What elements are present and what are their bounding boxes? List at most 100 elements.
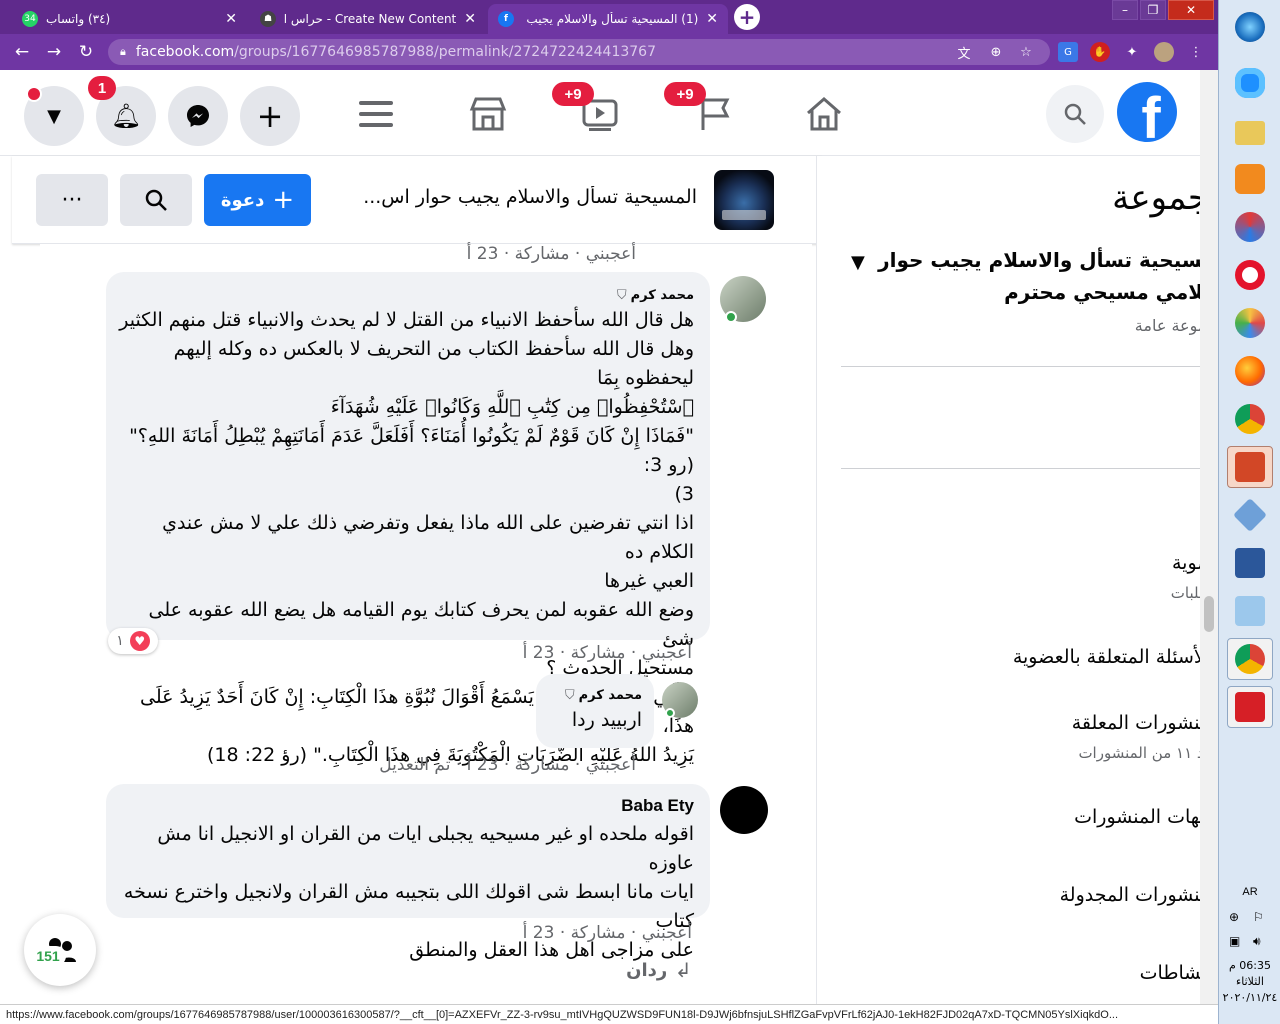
tab-title: (٣٤) واتساب — [46, 12, 111, 26]
app-x-icon[interactable] — [1227, 590, 1273, 632]
scrollbar-thumb[interactable] — [1204, 596, 1214, 632]
menu-item-scheduled-posts[interactable]: المنشورات المجدولة — [1060, 884, 1200, 906]
marketplace-tab[interactable] — [464, 90, 512, 138]
group-title-line2[interactable]: إسلامي مسيحي محترم — [1004, 280, 1200, 304]
adblock-extension-icon[interactable]: ✋ — [1090, 42, 1110, 62]
start-orb-icon[interactable] — [1227, 6, 1273, 48]
forward-arrow-icon[interactable]: → — [42, 40, 66, 64]
comment-author[interactable]: محمد كرم — [579, 688, 642, 703]
address-bar[interactable]: 🔒︎ facebook.com/groups/1677646985787988/… — [108, 39, 1050, 65]
create-button[interactable]: + — [240, 86, 300, 146]
comment-bubble: Baba Ety اقوله ملحده او غير مسيحيه يجبلى… — [106, 784, 710, 961]
browser-menu-icon[interactable]: ⋮ — [1186, 42, 1206, 62]
close-tab-icon[interactable]: ✕ — [225, 11, 237, 27]
internet-explorer-icon[interactable] — [1227, 62, 1273, 104]
verified-shield-icon: ⛉ — [616, 287, 627, 303]
group-name[interactable]: المسيحية تسأل والاسلام يجيب حوار اس... — [342, 186, 697, 208]
previous-comment-meta[interactable]: أعجبني · مشاركة · 23 أ — [467, 244, 636, 264]
menu-item-post-alerts[interactable]: تنبيهات المنشورات — [1074, 806, 1200, 828]
opera-icon[interactable] — [1227, 254, 1273, 296]
menu-item-membership[interactable]: العضوية — [1172, 552, 1200, 574]
restore-window-icon[interactable]: ❐ — [1140, 0, 1166, 20]
pages-badge: +9 — [664, 82, 706, 106]
tray-volume-icon[interactable]: 🔊︎ — [1253, 934, 1261, 949]
tray-network-icon[interactable]: ⊕ — [1229, 910, 1239, 924]
close-window-icon[interactable]: ✕ — [1168, 0, 1214, 20]
invite-button[interactable]: دعوة + — [204, 174, 311, 226]
close-tab-icon[interactable]: ✕ — [706, 11, 718, 27]
home-icon — [807, 97, 841, 131]
comment-text: اقوله ملحده او غير مسيحيه يجبلى ايات من … — [123, 823, 694, 961]
bookmark-star-icon[interactable]: ☆ — [1016, 42, 1036, 62]
caret-down-icon[interactable]: ▼ — [851, 252, 865, 273]
paint-icon[interactable] — [1227, 302, 1273, 344]
menu-item-activities[interactable]: النشاطات — [1140, 962, 1200, 984]
comment-bubble: محمد كرم ⛉ اربييد ردا — [536, 674, 654, 748]
virtualbox-icon[interactable] — [1227, 494, 1273, 536]
profile-avatar-icon[interactable] — [1154, 42, 1174, 62]
facebook-logo[interactable]: f — [1117, 82, 1177, 142]
comment-author[interactable]: Baba Ety — [621, 796, 694, 815]
input-language[interactable]: AR — [1219, 886, 1280, 898]
menu-item-membership-questions[interactable]: الأسئلة المتعلقة بالعضوية — [1013, 646, 1200, 668]
firefox-icon[interactable] — [1227, 350, 1273, 392]
clock-date: ٢٠٢٠/١١/٢٤ — [1222, 991, 1278, 1004]
zoom-icon[interactable]: ⊕ — [986, 42, 1006, 62]
view-replies-link[interactable]: ↳ ردان — [626, 958, 692, 982]
menu-item-pending-posts[interactable]: المنشورات المعلقة — [1072, 712, 1200, 734]
tray-display-icon[interactable]: ▣ — [1229, 934, 1240, 948]
panel-heading: مجموعة — [1112, 178, 1200, 218]
account-alert-dot — [26, 86, 42, 102]
reload-icon[interactable]: ↻ — [74, 40, 98, 64]
app-s-icon[interactable] — [1227, 206, 1273, 248]
group-cover-image[interactable] — [714, 170, 774, 230]
search-button[interactable] — [1046, 85, 1104, 143]
powerpoint-icon[interactable] — [1227, 446, 1273, 488]
group-search-button[interactable] — [120, 174, 192, 226]
pdf-reader-icon[interactable] — [1227, 686, 1273, 728]
minimize-window-icon[interactable]: – — [1112, 0, 1138, 20]
url-host: facebook.com — [135, 44, 235, 60]
more-options-button[interactable]: ··· — [36, 174, 108, 226]
browser-tab-create-content[interactable]: ☗ Create New Content - حراس العقيدة ✕ — [250, 4, 486, 34]
comment-meta[interactable]: أعجبني · مشاركة · 23 أ · تم التعديل — [379, 755, 636, 775]
replies-label: ردان — [626, 959, 668, 981]
browser-tab-facebook[interactable]: f (1) المسيحية تسأل والاسلام يجيب حوار ا… — [488, 4, 728, 34]
comment-text: اربييد ردا — [571, 709, 642, 731]
online-status-dot — [725, 311, 737, 323]
comment-author-row: محمد كرم ⛉ — [548, 684, 642, 706]
verified-shield-icon: ⛉ — [564, 687, 575, 703]
new-tab-button[interactable]: + — [734, 4, 760, 30]
comment-author[interactable]: محمد كرم — [631, 288, 694, 303]
invite-label: دعوة — [220, 189, 265, 211]
page-scrollbar[interactable] — [1200, 70, 1218, 1004]
chrome-active-icon[interactable] — [1227, 638, 1273, 680]
comments-feed: أعجبني · مشاركة · 23 أ محمد كرم ⛉ هل قال… — [40, 244, 812, 1004]
group-title-line1[interactable]: المسيحية تسأل والاسلام يجيب حوار — [878, 248, 1200, 272]
comment-author-row: محمد كرم ⛉ — [116, 284, 694, 306]
browser-tab-whatsapp[interactable]: 34 (٣٤) واتساب ✕ — [12, 4, 247, 34]
comment-meta[interactable]: أعجبني · مشاركة · 23 أ — [523, 923, 692, 943]
word-icon[interactable] — [1227, 542, 1273, 584]
translate-icon[interactable]: 文 — [954, 42, 974, 62]
tab-title: (1) المسيحية تسأل والاسلام يجيب حوار اسـ — [522, 12, 699, 26]
hamburger-menu-icon — [359, 101, 393, 127]
plus-icon: + — [256, 97, 284, 135]
back-arrow-icon[interactable]: ← — [10, 40, 34, 64]
google-translate-extension-icon[interactable]: G — [1058, 42, 1078, 62]
windows-taskbar: AR ⊕ ⚐ ▣ 🔊︎ 06:35 م الثلاثاء ٢٠٢٠/١١/٢٤ — [1218, 0, 1280, 1024]
close-tab-icon[interactable]: ✕ — [464, 11, 476, 27]
file-explorer-icon[interactable] — [1227, 112, 1273, 154]
love-reaction-icon: ♥ — [129, 631, 150, 651]
chrome-icon[interactable] — [1227, 398, 1273, 440]
extensions-puzzle-icon[interactable]: ✦ — [1122, 42, 1142, 62]
home-tab[interactable] — [800, 90, 848, 138]
reactions-summary[interactable]: ١ ♥ — [108, 628, 158, 654]
comment-meta[interactable]: أعجبني · مشاركة · 23 أ — [523, 643, 692, 663]
messenger-button[interactable] — [168, 86, 228, 146]
menu-button[interactable] — [352, 90, 400, 138]
system-clock[interactable]: 06:35 م الثلاثاء ٢٠٢٠/١١/٢٤ — [1219, 958, 1280, 1006]
media-player-icon[interactable] — [1227, 158, 1273, 200]
avatar[interactable] — [720, 786, 768, 834]
tray-flag-icon[interactable]: ⚐ — [1253, 910, 1264, 924]
